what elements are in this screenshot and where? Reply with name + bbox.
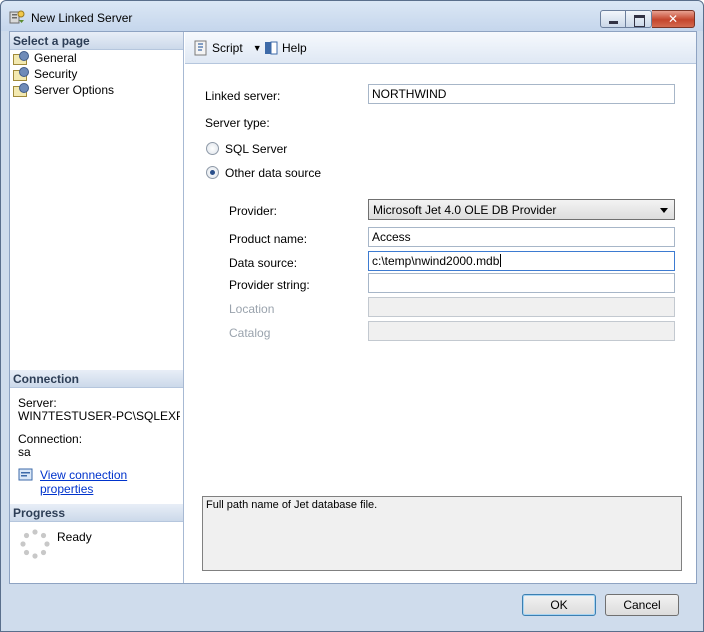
provider-select[interactable]: Microsoft Jet 4.0 OLE DB Provider <box>368 199 675 220</box>
other-data-source-radio-label[interactable]: Other data source <box>225 166 321 180</box>
connection-properties-icon <box>18 468 33 481</box>
provider-label: Provider: <box>229 204 278 218</box>
server-type-label: Server type: <box>205 116 270 130</box>
page-item-label: General <box>34 51 77 65</box>
minimize-button[interactable] <box>600 10 626 28</box>
data-source-label: Data source: <box>229 256 298 270</box>
page-item-label: Security <box>34 67 78 81</box>
catalog-input <box>368 321 675 341</box>
window-title: New Linked Server <box>31 11 133 25</box>
product-name-input[interactable]: Access <box>368 227 675 247</box>
help-icon <box>265 41 278 55</box>
property-description-text: Full path name of Jet database file. <box>206 499 378 511</box>
script-button-label: Script <box>212 41 243 55</box>
product-name-label: Product name: <box>229 232 308 246</box>
maximize-icon <box>626 11 651 27</box>
script-icon <box>194 40 207 56</box>
progress-spinner-icon <box>20 529 50 559</box>
page-item-label: Server Options <box>34 83 115 97</box>
connection-value: sa <box>18 445 31 459</box>
page-item-server-options[interactable]: Server Options <box>12 82 114 98</box>
text-caret <box>500 254 502 267</box>
linked-server-label: Linked server: <box>205 89 281 103</box>
progress-header: Progress <box>10 504 183 522</box>
maximize-button[interactable] <box>626 10 652 28</box>
sql-server-radio-label[interactable]: SQL Server <box>225 142 287 156</box>
select-page-header: Select a page <box>10 32 183 50</box>
help-button-label: Help <box>282 41 307 55</box>
caption-buttons: ✕ <box>600 10 695 28</box>
dialog-client-area: Select a page General Security Server Op… <box>9 31 697 584</box>
page-icon <box>12 67 30 81</box>
help-button[interactable]: Help <box>263 40 307 56</box>
title-bar[interactable]: New Linked Server ✕ <box>1 1 703 31</box>
connection-label: Connection: <box>18 432 83 446</box>
close-button[interactable]: ✕ <box>652 10 695 28</box>
linked-server-input[interactable]: NORTHWIND <box>368 84 675 104</box>
server-label: Server: <box>18 396 57 410</box>
provider-string-input[interactable] <box>368 273 675 293</box>
connection-header: Connection <box>10 370 183 388</box>
cancel-button[interactable]: Cancel <box>605 594 679 616</box>
page-icon <box>12 83 30 97</box>
location-label: Location <box>229 302 275 316</box>
progress-status: Ready <box>57 530 92 544</box>
page-icon <box>12 51 30 65</box>
provider-select-value: Microsoft Jet 4.0 OLE DB Provider <box>373 203 557 217</box>
page-item-security[interactable]: Security <box>12 66 77 82</box>
ok-button[interactable]: OK <box>522 594 596 616</box>
chevron-down-icon[interactable]: ▼ <box>253 43 262 53</box>
script-button[interactable]: Script ▼ <box>193 40 262 56</box>
server-value: WIN7TESTUSER-PC\SQLEXPRE <box>18 409 180 423</box>
property-description-box: Full path name of Jet database file. <box>202 496 682 571</box>
page-item-general[interactable]: General <box>12 50 77 66</box>
location-input <box>368 297 675 317</box>
provider-string-label: Provider string: <box>229 278 310 292</box>
data-source-input-value: c:\temp\nwind2000.mdb <box>372 254 500 268</box>
right-pane: Script ▼ Help Linked server: NORTHWIND S… <box>185 32 696 583</box>
left-pane: Select a page General Security Server Op… <box>10 32 184 583</box>
toolbar: Script ▼ Help <box>185 32 696 64</box>
new-linked-server-dialog: New Linked Server ✕ Select a page Genera… <box>0 0 704 632</box>
sql-server-radio[interactable] <box>206 142 219 155</box>
view-connection-properties-link[interactable]: View connection properties <box>40 468 183 496</box>
linked-server-icon <box>9 10 25 24</box>
chevron-down-icon <box>660 208 668 213</box>
minimize-icon <box>601 11 625 27</box>
catalog-label: Catalog <box>229 326 271 340</box>
data-source-input[interactable]: c:\temp\nwind2000.mdb <box>368 251 675 271</box>
other-data-source-radio[interactable] <box>206 166 219 179</box>
close-icon: ✕ <box>667 12 679 26</box>
